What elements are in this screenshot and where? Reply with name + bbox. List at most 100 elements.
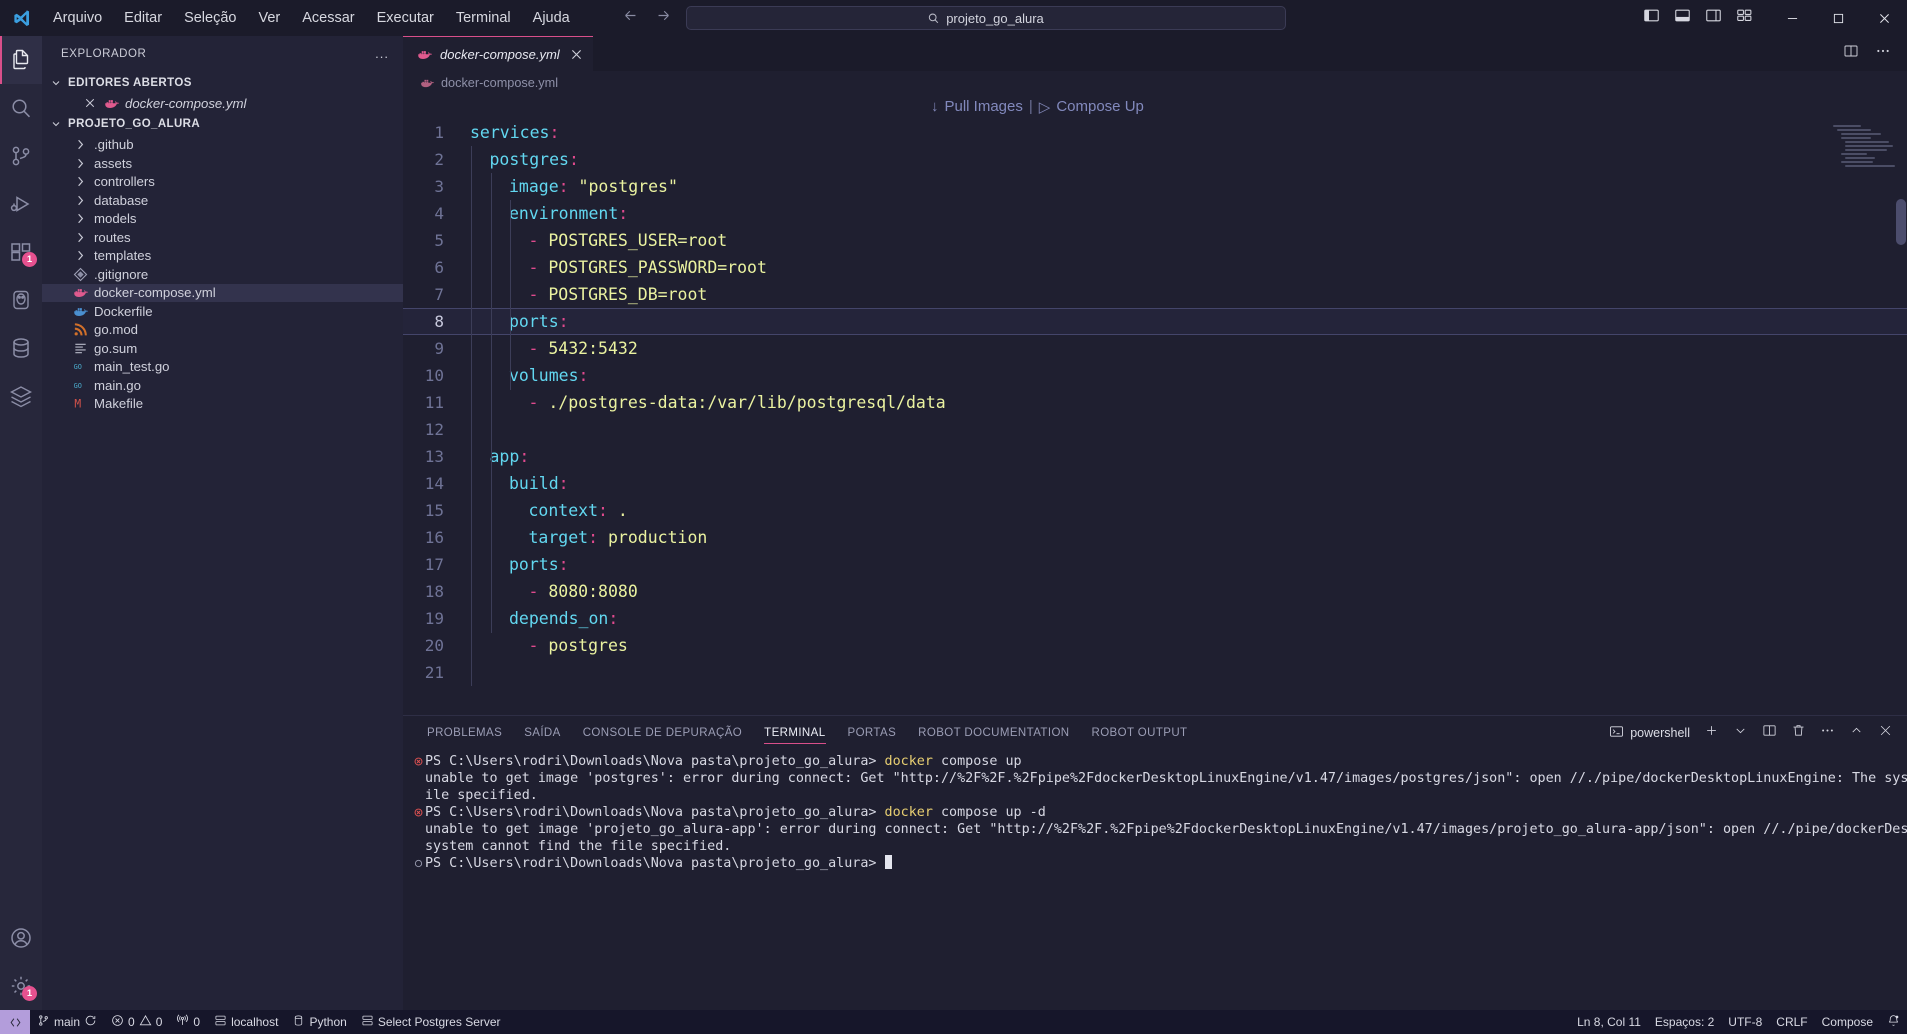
panel-tab-terminal[interactable]: TERMINAL [753, 716, 836, 749]
code-line[interactable]: 10 volumes: [403, 362, 1907, 389]
activity-source-control-icon[interactable] [0, 132, 42, 180]
menu-selecao[interactable]: Seleção [173, 6, 247, 30]
code-line[interactable]: 8 ports: [403, 308, 1907, 335]
menu-acessar[interactable]: Acessar [291, 6, 365, 30]
code-line[interactable]: 9 - 5432:5432 [403, 335, 1907, 362]
terminal-output[interactable]: PS C:\Users\rodri\Downloads\Nova pasta\p… [403, 749, 1907, 1010]
code-line[interactable]: 3 image: "postgres" [403, 173, 1907, 200]
menu-terminal[interactable]: Terminal [445, 6, 522, 30]
terminal-shell-selector[interactable]: powershell [1609, 724, 1690, 742]
status-notifications-bell[interactable] [1880, 1010, 1907, 1034]
close-icon[interactable] [82, 98, 98, 108]
code-editor[interactable]: 1 services: 2 postgres: 3 image: "postgres" 4 e… [403, 119, 1907, 715]
split-editor-icon[interactable] [1843, 43, 1859, 64]
menu-editar[interactable]: Editar [113, 6, 173, 30]
close-icon[interactable] [571, 49, 582, 60]
window-maximize-button[interactable] [1815, 0, 1861, 36]
status-language-mode[interactable]: Compose [1815, 1010, 1880, 1034]
code-line[interactable]: 17 ports: [403, 551, 1907, 578]
codelens-pull-images[interactable]: Pull Images [945, 98, 1023, 115]
open-editor-item[interactable]: docker-compose.yml [42, 94, 403, 113]
more-actions-icon[interactable] [1875, 43, 1891, 64]
add-terminal-icon[interactable] [1704, 723, 1719, 743]
breadcrumb[interactable]: docker-compose.yml [403, 71, 1907, 94]
status-ports[interactable]: 0 [169, 1010, 207, 1034]
panel-tab-portas[interactable]: PORTAS [837, 716, 908, 749]
arrow-right-icon[interactable] [655, 7, 672, 29]
code-line[interactable]: 2 postgres: [403, 146, 1907, 173]
tree-item-makefile[interactable]: M Makefile [42, 395, 403, 414]
remote-window-icon[interactable] [0, 1010, 30, 1034]
minimap[interactable] [1831, 125, 1895, 185]
trash-icon[interactable] [1791, 723, 1806, 743]
customize-layout-icon[interactable] [1736, 7, 1753, 29]
more-actions-icon[interactable] [1820, 723, 1835, 743]
activity-extensions-icon[interactable]: 1 [0, 228, 42, 276]
menu-executar[interactable]: Executar [366, 6, 445, 30]
toggle-secondary-sidebar-icon[interactable] [1705, 7, 1722, 29]
tree-item-routes[interactable]: routes [42, 228, 403, 247]
section-open-editors[interactable]: EDITORES ABERTOS [42, 71, 403, 94]
tree-item-gitignore[interactable]: .gitignore [42, 265, 403, 284]
status-select-postgres-server[interactable]: Select Postgres Server [354, 1010, 508, 1034]
window-minimize-button[interactable] [1769, 0, 1815, 36]
tree-item-models[interactable]: models [42, 210, 403, 229]
editor-scrollbar[interactable] [1896, 199, 1906, 245]
tree-item-assets[interactable]: assets [42, 154, 403, 173]
activity-explorer-icon[interactable] [0, 36, 42, 84]
tree-item-docker-compose[interactable]: docker-compose.yml [42, 283, 403, 302]
sync-icon[interactable] [84, 1014, 97, 1030]
close-icon[interactable] [1878, 723, 1893, 743]
activity-layers-icon[interactable] [0, 372, 42, 420]
toggle-primary-sidebar-icon[interactable] [1643, 7, 1660, 29]
command-center-search[interactable]: projeto_go_alura [685, 6, 1286, 30]
code-line[interactable]: 15 context: . [403, 497, 1907, 524]
activity-accounts-icon[interactable] [0, 914, 42, 962]
code-line[interactable]: 6 - POSTGRES_PASSWORD=root [403, 254, 1907, 281]
code-line[interactable]: 12 [403, 416, 1907, 443]
code-line[interactable]: 18 - 8080:8080 [403, 578, 1907, 605]
status-python[interactable]: Python [285, 1010, 353, 1034]
code-line[interactable]: 1 services: [403, 119, 1907, 146]
panel-tab-robot-output[interactable]: ROBOT OUTPUT [1081, 716, 1199, 749]
code-line[interactable]: 21 [403, 659, 1907, 686]
code-line[interactable]: 5 - POSTGRES_USER=root [403, 227, 1907, 254]
activity-database-icon[interactable] [0, 324, 42, 372]
code-line[interactable]: 19 depends_on: [403, 605, 1907, 632]
tree-item-dockerfile[interactable]: Dockerfile [42, 302, 403, 321]
code-line[interactable]: 14 build: [403, 470, 1907, 497]
codelens-compose-up[interactable]: Compose Up [1056, 98, 1144, 115]
menu-bar[interactable]: Arquivo Editar Seleção Ver Acessar Execu… [42, 6, 581, 30]
status-localhost[interactable]: localhost [207, 1010, 285, 1034]
tree-item-go-mod[interactable]: go.mod [42, 321, 403, 340]
code-line[interactable]: 16 target: production [403, 524, 1907, 551]
activity-run-debug-icon[interactable] [0, 180, 42, 228]
status-encoding[interactable]: UTF-8 [1721, 1010, 1769, 1034]
status-cursor-position[interactable]: Ln 8, Col 11 [1570, 1010, 1648, 1034]
window-close-button[interactable] [1861, 0, 1907, 36]
tree-item-go-sum[interactable]: go.sum [42, 339, 403, 358]
activity-settings-gear-icon[interactable]: 1 [0, 962, 42, 1010]
panel-tab-saida[interactable]: SAÍDA [513, 716, 572, 749]
tree-item-main-go[interactable]: GO main.go [42, 376, 403, 395]
activity-search-icon[interactable] [0, 84, 42, 132]
arrow-left-icon[interactable] [622, 7, 639, 29]
panel-tab-robot-documentation[interactable]: ROBOT DOCUMENTATION [907, 716, 1080, 749]
tree-item-main-test-go[interactable]: GO main_test.go [42, 358, 403, 377]
editor-tab-docker-compose[interactable]: docker-compose.yml [403, 36, 593, 71]
tree-item-database[interactable]: database [42, 191, 403, 210]
chevron-up-icon[interactable] [1849, 723, 1864, 743]
split-terminal-icon[interactable] [1762, 723, 1777, 743]
toggle-panel-icon[interactable] [1674, 7, 1691, 29]
panel-tab-problemas[interactable]: PROBLEMAS [416, 716, 513, 749]
code-line[interactable]: 4 environment: [403, 200, 1907, 227]
status-branch[interactable]: main [30, 1010, 104, 1034]
status-indentation[interactable]: Espaços: 2 [1648, 1010, 1721, 1034]
code-line[interactable]: 20 - postgres [403, 632, 1907, 659]
activity-postgresql-icon[interactable] [0, 276, 42, 324]
tree-item-controllers[interactable]: controllers [42, 173, 403, 192]
status-eol[interactable]: CRLF [1769, 1010, 1814, 1034]
panel-tab-console-depuracao[interactable]: CONSOLE DE DEPURAÇÃO [572, 716, 753, 749]
status-problems[interactable]: 0 0 [104, 1010, 169, 1034]
menu-arquivo[interactable]: Arquivo [42, 6, 113, 30]
